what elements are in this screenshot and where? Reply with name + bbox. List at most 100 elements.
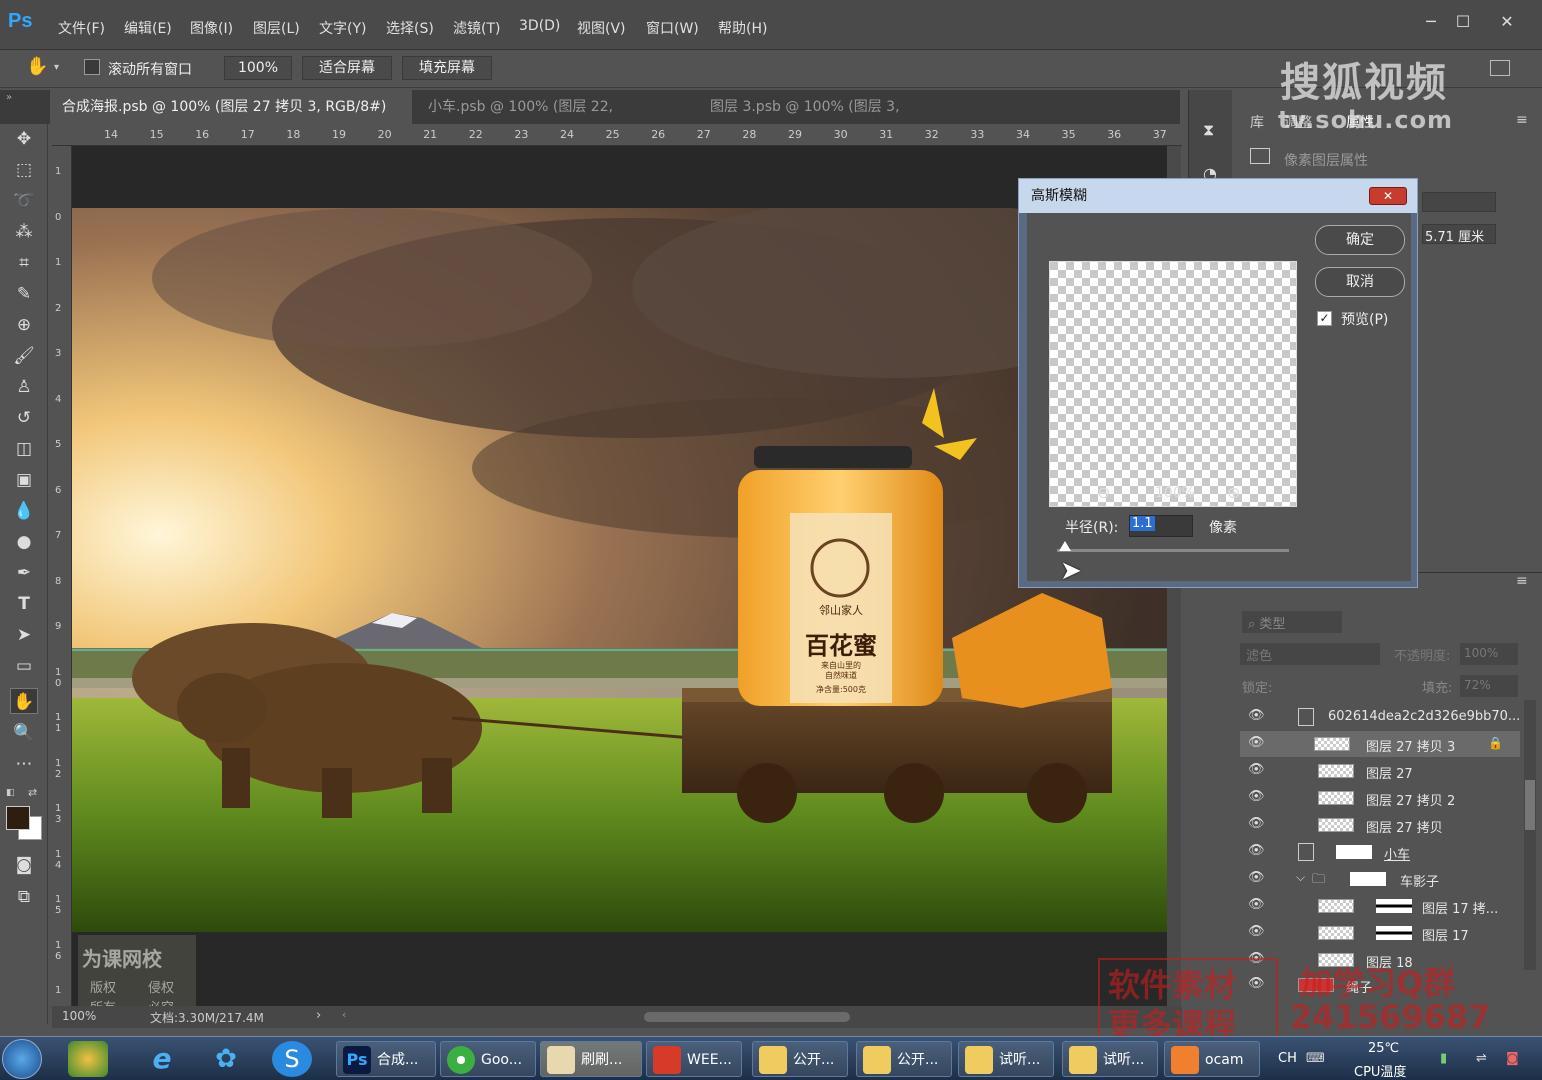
eye-icon[interactable]: 👁 (1248, 817, 1266, 830)
zoom-in-icon[interactable]: ⊕ (1227, 483, 1240, 502)
quick-mask-icon[interactable]: ◙ (10, 852, 38, 878)
path-select-icon[interactable]: ➤ (10, 622, 38, 648)
taskbar-photoshop[interactable]: Ps 合成... (336, 1041, 436, 1077)
layer-group-row[interactable]: 👁 ⌵ 🗀 车影子 (1240, 866, 1520, 892)
history-panel-icon[interactable]: ⧗ (1203, 120, 1214, 140)
menu-view[interactable]: 视图(V) (577, 18, 626, 38)
fit-screen-button[interactable]: 适合屏幕 (302, 56, 392, 80)
menu-file[interactable]: 文件(F) (58, 18, 105, 38)
status-menu-chevron-icon[interactable]: › (316, 1008, 321, 1023)
minimize-button[interactable]: ─ (1418, 12, 1444, 32)
ie-icon[interactable]: e (142, 1041, 182, 1077)
hand-tool-icon[interactable]: ✋ (26, 56, 50, 80)
default-colors-icon[interactable]: ◧ (6, 788, 16, 798)
taskbar-wee[interactable]: WEE... (646, 1041, 742, 1077)
hand-tool-active-icon[interactable]: ✋ (10, 688, 38, 714)
toolbar-collapse-icon[interactable]: » (0, 90, 50, 124)
menu-type[interactable]: 文字(Y) (319, 18, 366, 38)
close-button[interactable]: ✕ (1494, 12, 1520, 32)
tab-hecheng-haibao[interactable]: 合成海报.psb @ 100% (图层 27 拷贝 3, RGB/8#) *✕ (50, 90, 412, 149)
property-field-blank[interactable] (1422, 192, 1496, 212)
opacity-field[interactable]: 100% (1460, 643, 1518, 665)
app-pinned-icon[interactable] (68, 1041, 108, 1077)
blur-preview-canvas[interactable] (1049, 261, 1297, 507)
workspace-icon[interactable] (1490, 60, 1510, 76)
layer-filter-type[interactable]: ⌕ 类型 (1242, 611, 1342, 633)
magic-wand-icon[interactable]: ⁂ (10, 219, 38, 245)
menu-3d[interactable]: 3D(D) (519, 18, 560, 34)
zoom-out-icon[interactable]: ⊖ (1097, 483, 1110, 502)
taskbar-folder-3[interactable]: 试听... (958, 1041, 1054, 1077)
move-tool-icon[interactable]: ✥ (10, 126, 38, 152)
eye-icon[interactable]: 👁 (1248, 925, 1266, 938)
scroll-left-icon[interactable]: ‹ (342, 1008, 346, 1021)
maximize-button[interactable]: ☐ (1450, 12, 1476, 32)
network-icon[interactable]: ⇌ (1476, 1051, 1487, 1066)
fill-screen-button[interactable]: 填充屏幕 (402, 56, 492, 80)
property-height-field[interactable]: 5.71 厘米 (1422, 224, 1496, 245)
zoom-tool-icon[interactable]: 🔍 (10, 720, 38, 746)
menu-layer[interactable]: 图层(L) (253, 18, 300, 38)
cancel-button[interactable]: 取消 (1315, 267, 1405, 297)
dodge-tool-icon[interactable]: ● (10, 529, 38, 555)
taskbar-chrome[interactable]: Goo... (440, 1041, 536, 1077)
menu-window[interactable]: 窗口(W) (646, 18, 699, 38)
layer-row[interactable]: 👁 图层 27 (1240, 758, 1520, 784)
layers-scrollbar-thumb[interactable] (1525, 780, 1535, 830)
gradient-tool-icon[interactable]: ▣ (10, 467, 38, 493)
preview-checkbox[interactable]: ✓ (1317, 311, 1332, 326)
sogou-icon[interactable]: S (272, 1041, 312, 1077)
healing-brush-icon[interactable]: ⊕ (10, 312, 38, 338)
tab-xiaoche[interactable]: 小车.psb @ 100% (图层 22, RGB/8#)✕ (416, 90, 690, 149)
taskbar-folder-2[interactable]: 公开... (856, 1041, 952, 1077)
panel-menu-icon[interactable]: ≡ (1516, 112, 1528, 128)
taskbar-shuashua[interactable]: 刷刷... (540, 1041, 642, 1077)
radius-input[interactable]: 1.1 (1129, 515, 1193, 537)
menu-edit[interactable]: 编辑(E) (124, 18, 172, 38)
layers-menu-icon[interactable]: ≡ (1516, 573, 1528, 589)
eraser-icon[interactable]: ◫ (10, 436, 38, 462)
eye-icon[interactable]: 👁 (1248, 790, 1266, 803)
eye-icon[interactable]: 👁 (1248, 763, 1266, 776)
history-brush-icon[interactable]: ↺ (10, 405, 38, 431)
eyedropper-icon[interactable]: ✎ (10, 281, 38, 307)
fill-field[interactable]: 72% (1460, 675, 1518, 697)
blur-tool-icon[interactable]: 💧 (10, 498, 38, 524)
type-tool-icon[interactable]: T (10, 591, 38, 617)
layer-row-selected[interactable]: 👁 图层 27 拷贝 3 🔒 (1240, 731, 1520, 757)
tab-library[interactable]: 库 (1250, 112, 1264, 132)
keyboard-icon[interactable]: ⌨ (1306, 1051, 1325, 1066)
layer-row[interactable]: 👁 小车 (1240, 839, 1520, 865)
more-tools-icon[interactable]: ⋯ (10, 751, 38, 777)
input-language[interactable]: CH (1278, 1051, 1297, 1066)
battery-icon[interactable]: ▮ (1440, 1051, 1447, 1066)
clone-stamp-icon[interactable]: ♙ (10, 374, 38, 400)
tab-layer3[interactable]: 图层 3.psb @ 100% (图层 3, RGB/8#)✕ (698, 90, 970, 149)
taskbar-folder-1[interactable]: 公开... (752, 1041, 848, 1077)
layer-row[interactable]: 👁 图层 27 拷贝 2 (1240, 785, 1520, 811)
screen-mode-icon[interactable]: ⧉ (10, 884, 38, 910)
foreground-color-swatch[interactable] (6, 806, 30, 830)
menu-image[interactable]: 图像(I) (190, 18, 233, 38)
tool-preset-chevron-down-icon[interactable]: ▾ (54, 62, 59, 73)
blend-mode-select[interactable]: 滤色 (1240, 643, 1380, 665)
swap-colors-icon[interactable]: ⇄ (28, 786, 37, 799)
baidu-cloud-icon[interactable]: ✿ (206, 1041, 246, 1077)
scroll-all-checkbox[interactable] (84, 59, 100, 75)
ok-button[interactable]: 确定 (1315, 225, 1405, 255)
taskbar-folder-4[interactable]: 试听... (1062, 1041, 1158, 1077)
dialog-close-button[interactable]: ✕ (1369, 187, 1407, 205)
poster-artwork[interactable]: 邻山家人 百花蜜 来自山里的 自然味道 净含量:500克 (72, 208, 1167, 932)
horizontal-scrollbar[interactable] (644, 1012, 850, 1022)
layer-row[interactable]: 👁 图层 17 拷... (1240, 893, 1520, 919)
chevron-down-icon[interactable]: ⌵ (1296, 870, 1305, 885)
crop-tool-icon[interactable]: ⌗ (10, 250, 38, 276)
layer-row[interactable]: 👁 602614dea2c2d326e9bb70... (1240, 704, 1520, 730)
eye-icon[interactable]: 👁 (1248, 871, 1266, 884)
layer-row[interactable]: 👁 图层 27 拷贝 (1240, 812, 1520, 838)
radius-slider-handle[interactable] (1059, 541, 1071, 551)
menu-select[interactable]: 选择(S) (386, 18, 434, 38)
zoom-percent-button[interactable]: 100% (224, 56, 292, 80)
rectangle-tool-icon[interactable]: ▭ (10, 653, 38, 679)
layer-row[interactable]: 👁 图层 17 (1240, 920, 1520, 946)
